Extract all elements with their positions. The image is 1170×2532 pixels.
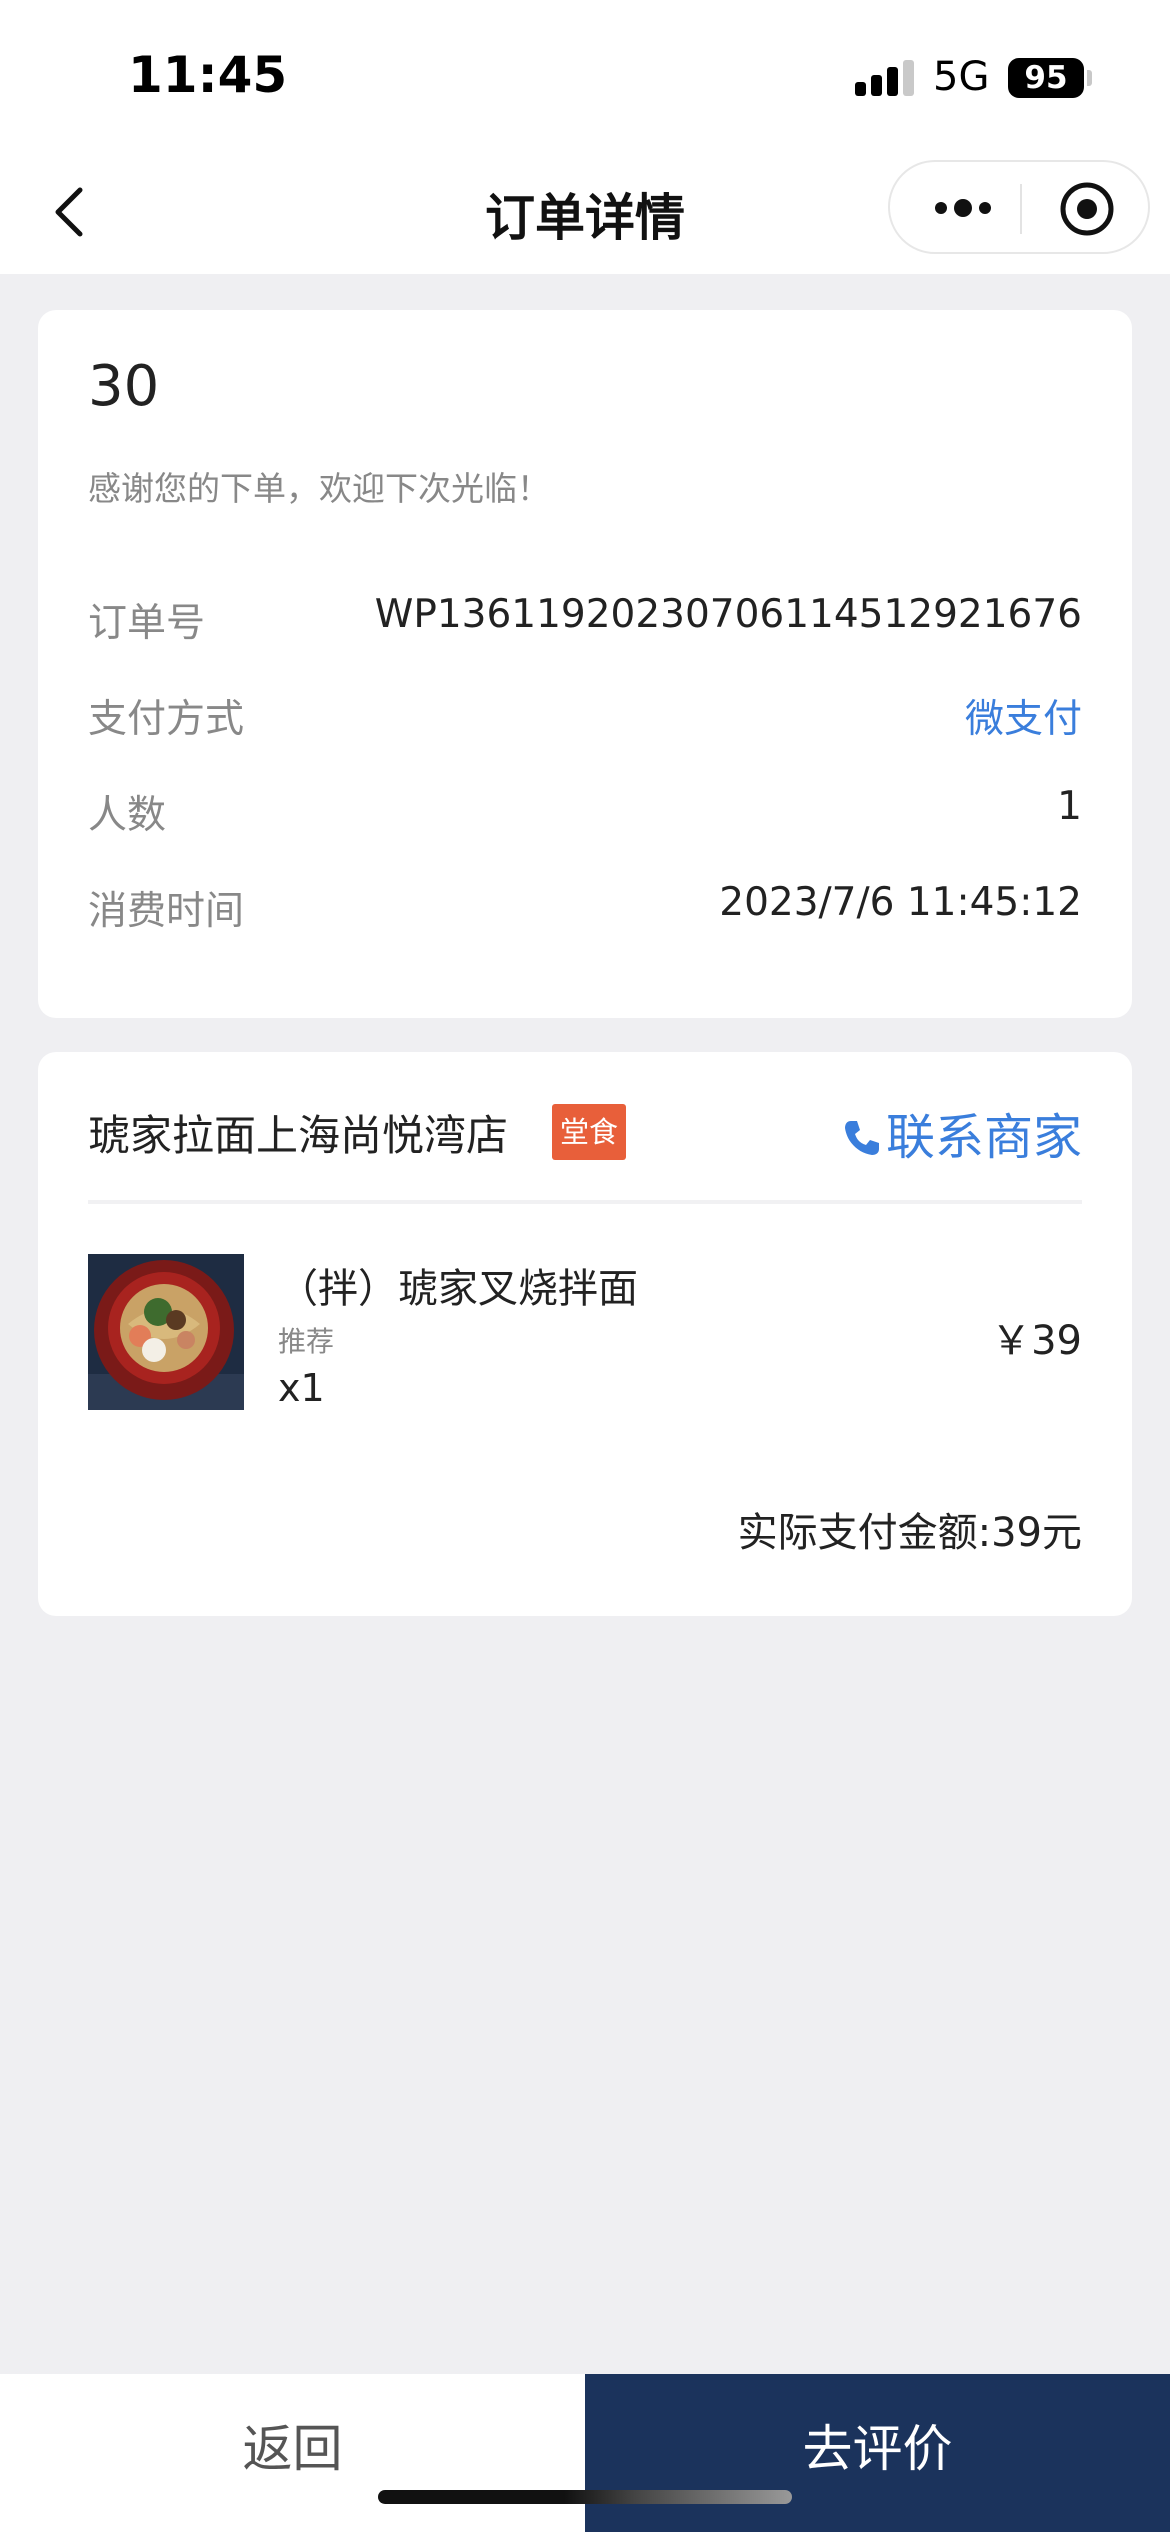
payment-method-label: 支付方式 bbox=[88, 697, 245, 742]
guest-count-label: 人数 bbox=[88, 793, 167, 838]
dine-in-badge: 堂食 bbox=[552, 1104, 626, 1160]
dish-price: ￥39 bbox=[991, 1318, 1082, 1364]
nav-bar: 订单详情 bbox=[0, 150, 1170, 274]
shop-card: 琥家拉面上海尚悦湾店 堂食 联系商家 （拌）琥家叉烧拌面 推荐 x1 ￥39 实… bbox=[38, 1052, 1132, 1616]
close-target-icon[interactable] bbox=[1058, 180, 1116, 238]
dish-tag: 推荐 bbox=[278, 1325, 335, 1358]
order-id-row: 订单号 WP13611920230706114512921676 bbox=[88, 592, 1082, 652]
thanks-message: 感谢您的下单，欢迎下次光临！ bbox=[88, 469, 550, 508]
consume-time-label: 消费时间 bbox=[88, 889, 245, 934]
guest-count-value: 1 bbox=[1057, 784, 1082, 829]
phone-icon bbox=[844, 1121, 879, 1155]
shop-name: 琥家拉面上海尚悦湾店 bbox=[88, 1111, 509, 1160]
payment-method-row: 支付方式 微支付 bbox=[88, 688, 1082, 748]
status-time: 11:45 bbox=[128, 46, 288, 104]
return-button[interactable]: 返回 bbox=[0, 2374, 585, 2532]
consume-time-value: 2023/7/6 11:45:12 bbox=[719, 880, 1082, 925]
cellular-signal-icon bbox=[855, 60, 915, 96]
total-paid: 实际支付金额:39元 bbox=[737, 1510, 1082, 1556]
more-icon[interactable] bbox=[928, 184, 998, 232]
divider bbox=[88, 1200, 1082, 1204]
network-type: 5G bbox=[933, 54, 990, 100]
battery-icon: 95 bbox=[1008, 58, 1084, 98]
consume-time-row: 消费时间 2023/7/6 11:45:12 bbox=[88, 880, 1082, 940]
contact-merchant-button[interactable]: 联系商家 bbox=[842, 1098, 1082, 1169]
dish-thumbnail bbox=[88, 1254, 244, 1410]
order-id-value: WP13611920230706114512921676 bbox=[374, 592, 1082, 637]
battery-tip bbox=[1087, 70, 1092, 86]
capsule-divider bbox=[1020, 184, 1022, 234]
bottom-action-bar: 返回 去评价 bbox=[0, 2374, 1170, 2532]
payment-method-value[interactable]: 微支付 bbox=[965, 688, 1082, 744]
dish-quantity: x1 bbox=[278, 1366, 325, 1410]
status-bar: 11:45 5G 95 bbox=[0, 0, 1170, 150]
dish-name: （拌）琥家叉烧拌面 bbox=[278, 1266, 638, 1312]
mini-program-capsule bbox=[888, 160, 1150, 254]
guest-count-row: 人数 1 bbox=[88, 784, 1082, 844]
review-button[interactable]: 去评价 bbox=[585, 2374, 1170, 2532]
contact-merchant-label: 联系商家 bbox=[885, 1109, 1082, 1166]
order-info-card: 30 感谢您的下单，欢迎下次光临！ 订单号 WP1361192023070611… bbox=[38, 310, 1132, 1018]
home-indicator bbox=[378, 2490, 792, 2504]
order-id-label: 订单号 bbox=[88, 601, 206, 646]
pickup-number: 30 bbox=[88, 354, 160, 419]
